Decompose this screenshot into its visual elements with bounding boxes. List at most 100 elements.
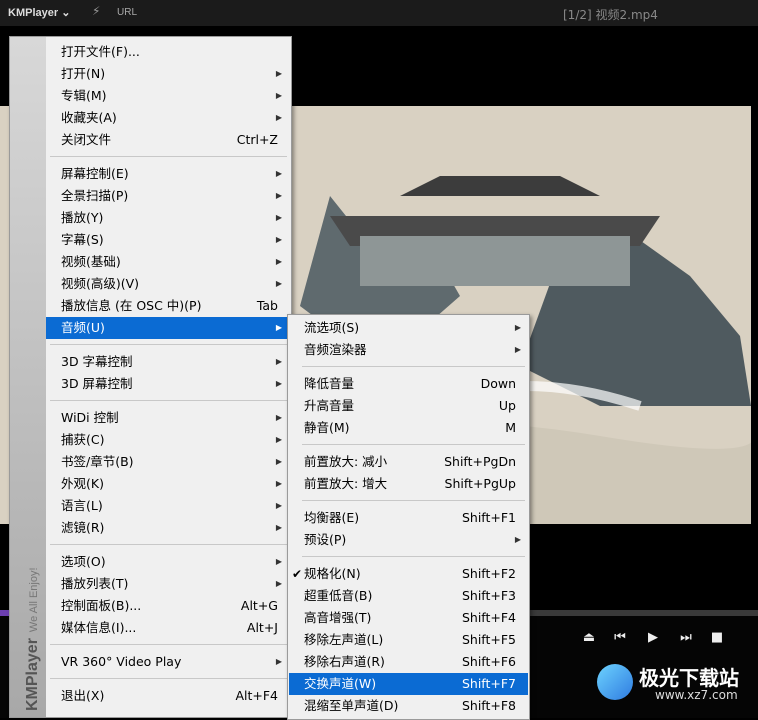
menu-separator (302, 444, 525, 445)
menu-item-label: 预设(P) (304, 532, 347, 547)
menu-item-label: 控制面板(B)... (61, 598, 142, 613)
menu-item[interactable]: 混缩至单声道(D) Shift+F8 (289, 695, 528, 717)
menu-item-shortcut: Tab (256, 298, 278, 313)
menu-item[interactable]: 全景扫描(P) ▶ (46, 185, 290, 207)
submenu-arrow-icon: ▶ (514, 345, 521, 354)
menu-item-label: 前置放大: 减小 (304, 454, 388, 469)
url-button[interactable]: URL (117, 7, 137, 18)
menu-item[interactable]: 高音增强(T) Shift+F4 (289, 607, 528, 629)
submenu-arrow-icon: ▶ (275, 357, 282, 366)
menu-item[interactable]: 降低音量 Down (289, 373, 528, 395)
stop-icon[interactable]: ■ (706, 630, 728, 645)
submenu-arrow-icon: ▶ (275, 113, 282, 122)
submenu-arrow-icon: ▶ (275, 169, 282, 178)
menu-item[interactable]: 均衡器(E) Shift+F1 (289, 507, 528, 529)
audio-submenu: 流选项(S) ▶ 音频渲染器 ▶ 降低音量 Down 升高音量 Up 静音(M) M 前置放大: 减… (287, 314, 530, 720)
menu-item[interactable]: 媒体信息(I)... Alt+J (46, 617, 290, 639)
eject-icon[interactable]: ⏏ (578, 630, 600, 645)
menu-item[interactable]: 屏幕控制(E) ▶ (46, 163, 290, 185)
menu-item-label: 选项(O) (61, 554, 106, 569)
menu-item[interactable]: 退出(X) Alt+F4 (46, 685, 290, 707)
menu-item[interactable]: VR 360° Video Play ▶ (46, 651, 290, 673)
menu-item-shortcut: M (505, 420, 516, 435)
menu-item[interactable]: 播放信息 (在 OSC 中)(P) Tab (46, 295, 290, 317)
file-title: [1/2] 视频2.mp4 (563, 8, 658, 22)
menu-item[interactable]: 3D 屏幕控制 ▶ (46, 373, 290, 395)
lightning-icon[interactable]: ⚡ (92, 4, 100, 18)
menu-item[interactable]: 滤镜(R) ▶ (46, 517, 290, 539)
menu-item[interactable]: 语言(L) ▶ (46, 495, 290, 517)
menu-item[interactable]: ✔ 规格化(N) Shift+F2 (289, 563, 528, 585)
menu-item-shortcut: Shift+F4 (461, 610, 516, 625)
menu-item[interactable]: 3D 字幕控制 ▶ (46, 351, 290, 373)
watermark-title: 极光下载站 (639, 666, 739, 690)
menu-item[interactable]: 移除左声道(L) Shift+F5 (289, 629, 528, 651)
menu-item[interactable]: 静音(M) M (289, 417, 528, 439)
menu-item-label: 书签/章节(B) (61, 454, 134, 469)
app-name: KMPlayer (8, 7, 59, 19)
menu-item-label: 移除右声道(R) (304, 654, 385, 669)
menu-item-label: 音频渲染器 (304, 342, 367, 357)
menu-item-label: 播放(Y) (61, 210, 104, 225)
menu-item[interactable]: 字幕(S) ▶ (46, 229, 290, 251)
menu-item-label: 3D 字幕控制 (61, 354, 133, 369)
menu-item[interactable]: 打开(N) ▶ (46, 63, 290, 85)
menu-item[interactable]: 打开文件(F)... (46, 41, 290, 63)
submenu-arrow-icon: ▶ (275, 279, 282, 288)
menu-item-shortcut: Up (498, 398, 516, 413)
play-icon[interactable]: ▶ (642, 630, 664, 645)
menu-item[interactable]: 超重低音(B) Shift+F3 (289, 585, 528, 607)
menu-item-label: 打开文件(F)... (61, 44, 140, 59)
menu-item[interactable]: 视频(基础) ▶ (46, 251, 290, 273)
menu-item-shortcut: Ctrl+Z (236, 132, 278, 147)
menu-item[interactable]: 控制面板(B)... Alt+G (46, 595, 290, 617)
submenu-arrow-icon: ▶ (275, 257, 282, 266)
menu-item[interactable]: 音频渲染器 ▶ (289, 339, 528, 361)
menu-item[interactable]: 升高音量 Up (289, 395, 528, 417)
menu-separator (50, 400, 287, 401)
menu-item-shortcut: Shift+F3 (461, 588, 516, 603)
menu-item[interactable]: 捕获(C) ▶ (46, 429, 290, 451)
menu-item-label: 流选项(S) (304, 320, 360, 335)
menu-item[interactable]: 外观(K) ▶ (46, 473, 290, 495)
menu-item-label: 升高音量 (304, 398, 355, 413)
menu-item-label: 视频(基础) (61, 254, 121, 269)
menu-item[interactable]: 前置放大: 减小 Shift+PgDn (289, 451, 528, 473)
submenu-arrow-icon: ▶ (275, 191, 282, 200)
menu-item[interactable]: 前置放大: 增大 Shift+PgUp (289, 473, 528, 495)
menu-item[interactable]: 音频(U) ▶ (46, 317, 290, 339)
menu-item[interactable]: 交换声道(W) Shift+F7 (289, 673, 528, 695)
menu-item[interactable]: 播放(Y) ▶ (46, 207, 290, 229)
menu-item[interactable]: 关闭文件 Ctrl+Z (46, 129, 290, 151)
main-context-menu: KMPlayerWe All Enjoy! 打开文件(F)... 打开(N) ▶ 专辑… (9, 36, 292, 718)
brand-tagline: We All Enjoy! (28, 567, 40, 633)
brand-logo: KMPlayer We All Enjoy! (24, 521, 42, 711)
menu-item[interactable]: 专辑(M) ▶ (46, 85, 290, 107)
menu-item[interactable]: 书签/章节(B) ▶ (46, 451, 290, 473)
menu-item-label: 均衡器(E) (304, 510, 360, 525)
menu-item[interactable]: 收藏夹(A) ▶ (46, 107, 290, 129)
menu-item[interactable]: WiDi 控制 ▶ (46, 407, 290, 429)
menu-item[interactable]: 播放列表(T) ▶ (46, 573, 290, 595)
menu-item-shortcut: Shift+F8 (461, 698, 516, 713)
submenu-arrow-icon: ▶ (275, 91, 282, 100)
app-logo[interactable]: KMPlayer ⌄ (8, 6, 70, 19)
previous-icon[interactable]: ⏮ (609, 630, 631, 645)
chevron-down-icon: ⌄ (61, 7, 71, 19)
menu-item[interactable]: 移除右声道(R) Shift+F6 (289, 651, 528, 673)
menu-item-label: 字幕(S) (61, 232, 104, 247)
submenu-arrow-icon: ▶ (275, 235, 282, 244)
menu-item-label: 静音(M) (304, 420, 350, 435)
menu-item-shortcut: Alt+J (246, 620, 278, 635)
menu-item[interactable]: 视频(高级)(V) ▶ (46, 273, 290, 295)
next-icon[interactable]: ⏭ (675, 630, 697, 645)
menu-item-label: 前置放大: 增大 (304, 476, 388, 491)
menu-separator (50, 678, 287, 679)
menu-item[interactable]: 流选项(S) ▶ (289, 317, 528, 339)
submenu-arrow-icon: ▶ (275, 213, 282, 222)
menu-item[interactable]: 预设(P) ▶ (289, 529, 528, 551)
submenu-arrow-icon: ▶ (275, 479, 282, 488)
submenu-arrow-icon: ▶ (275, 579, 282, 588)
menu-item-label: 3D 屏幕控制 (61, 376, 133, 391)
menu-item[interactable]: 选项(O) ▶ (46, 551, 290, 573)
